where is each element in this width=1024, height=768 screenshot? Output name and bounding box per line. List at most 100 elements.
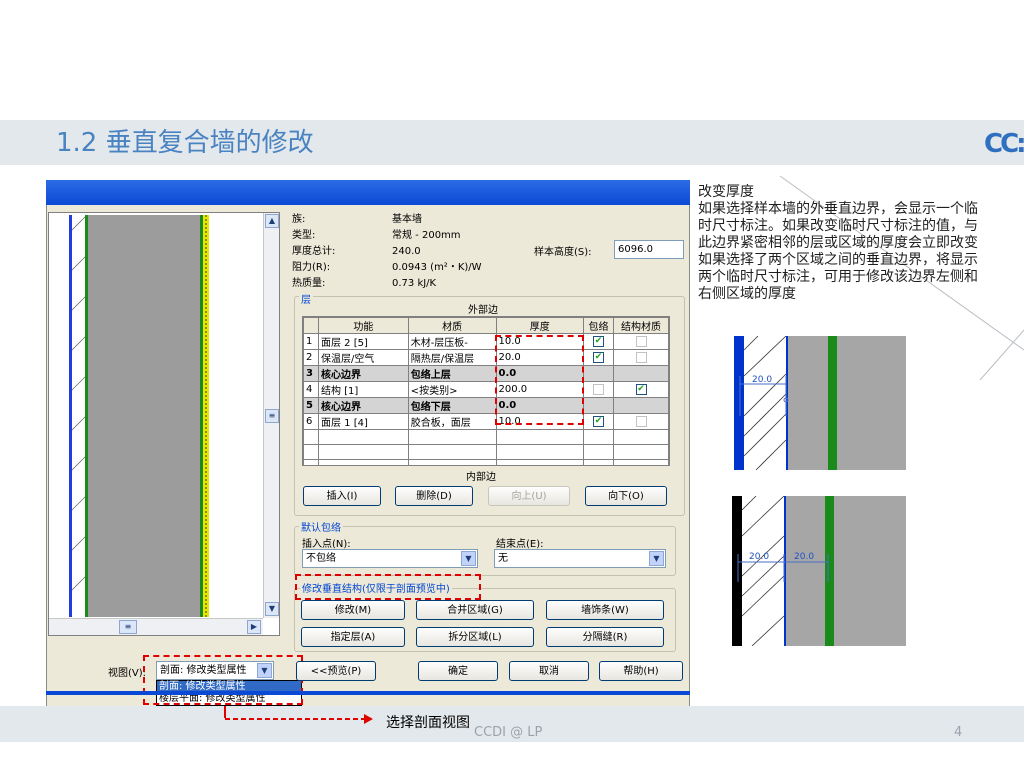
preview-vertical-scrollbar[interactable]: ▲ ≡ ▼ xyxy=(263,213,279,618)
layers-table-container[interactable]: 功能 材质 厚度 包络 结构材质 1 面层 2 [5] 木材-层压板- 10.0 ✔ 2 保… xyxy=(302,316,670,466)
layers-table[interactable]: 功能 材质 厚度 包络 结构材质 1 面层 2 [5] 木材-层压板- 10.0 ✔ 2 保… xyxy=(303,317,669,465)
end-point-label: 结束点(E): xyxy=(496,539,544,550)
merge-regions-button[interactable]: 合并区域(G) xyxy=(416,600,534,620)
table-row[interactable]: 5 核心边界 包络下层 0.0 xyxy=(303,397,669,414)
wrap-cell[interactable] xyxy=(583,397,615,414)
chevron-down-icon[interactable]: ▼ xyxy=(649,551,664,566)
empty-row xyxy=(303,459,669,465)
annotation-arrow-icon xyxy=(225,714,373,724)
structural-cell[interactable] xyxy=(613,349,669,366)
empty-cell xyxy=(407,444,497,460)
row-number-cell[interactable]: 2 xyxy=(303,349,319,366)
row-number-cell[interactable]: 5 xyxy=(303,397,319,414)
material-cell[interactable]: 包络下层 xyxy=(407,397,497,414)
help-button[interactable]: 帮助(H) xyxy=(599,661,683,681)
structural-cell[interactable] xyxy=(613,397,669,414)
column-header[interactable]: 结构材质 xyxy=(613,317,669,334)
wrap-cell[interactable]: ✔ xyxy=(583,413,615,430)
end-point-select[interactable]: 无 ▼ xyxy=(494,549,666,568)
property-row: 族: 基本墙 xyxy=(292,214,422,225)
exterior-side-label: 外部边 xyxy=(468,305,498,316)
insert-point-label: 插入点(N): xyxy=(302,539,351,550)
preview-horizontal-scrollbar[interactable]: ≡ ▶ xyxy=(49,618,263,635)
structural-checkbox[interactable]: ✔ xyxy=(635,383,647,395)
insert-point-select[interactable]: 不包络 ▼ xyxy=(302,549,478,568)
table-row[interactable]: 3 核心边界 包络上层 0.0 xyxy=(303,365,669,382)
structural-checkbox[interactable] xyxy=(635,335,647,347)
wrap-cell[interactable]: ✔ xyxy=(583,333,615,350)
interior-side-label: 内部边 xyxy=(466,472,496,483)
empty-cell xyxy=(407,459,497,465)
function-cell[interactable]: 面层 1 [4] xyxy=(317,413,409,430)
move-down-button[interactable]: 向下(O) xyxy=(585,486,667,506)
row-number-cell[interactable]: 1 xyxy=(303,333,319,350)
scroll-thumb[interactable]: ≡ xyxy=(265,409,279,423)
row-number-cell[interactable]: 6 xyxy=(303,413,319,430)
structural-cell[interactable] xyxy=(613,413,669,430)
reveals-button[interactable]: 分隔缝(R) xyxy=(546,627,664,647)
layers-group-label: 层 xyxy=(299,291,313,306)
material-cell[interactable]: 包络上层 xyxy=(407,365,497,382)
row-number-cell[interactable]: 4 xyxy=(303,381,319,398)
preview-toggle-button[interactable]: <<预览(P) xyxy=(296,661,376,681)
table-row[interactable]: 2 保温层/空气 隔热层/保温层 20.0 ✔ xyxy=(303,349,669,366)
cancel-button[interactable]: 取消 xyxy=(509,661,589,681)
function-cell[interactable]: 结构 [1] xyxy=(317,381,409,398)
wrap-checkbox[interactable]: ✔ xyxy=(593,335,605,347)
assign-layers-button[interactable]: 指定层(A) xyxy=(301,627,405,647)
chevron-down-icon[interactable]: ▼ xyxy=(461,551,476,566)
column-header[interactable]: 包络 xyxy=(583,317,615,334)
empty-cell xyxy=(495,459,585,465)
function-cell[interactable]: 面层 2 [5] xyxy=(317,333,409,350)
instruction-text: 改变厚度 如果选择样本墙的外垂直边界，会显示一个临 时尺寸标注。如果改变临时尺寸… xyxy=(698,184,1024,303)
wrap-cell[interactable] xyxy=(583,365,615,382)
empty-cell xyxy=(495,444,585,460)
table-row[interactable]: 4 结构 [1] <按类别> 200.0 ✔ xyxy=(303,381,669,398)
delete-layer-button[interactable]: 删除(D) xyxy=(395,486,473,506)
function-cell[interactable]: 核心边界 xyxy=(317,397,409,414)
structural-cell[interactable] xyxy=(613,333,669,350)
empty-cell xyxy=(317,459,409,465)
view-label: 视图(V): xyxy=(108,668,147,679)
wrap-checkbox[interactable] xyxy=(593,383,605,395)
structural-checkbox[interactable] xyxy=(635,415,647,427)
wall-preview-pane[interactable]: ▲ ≡ ▼ ≡ ▶ xyxy=(48,212,280,636)
empty-cell xyxy=(583,444,615,460)
split-region-button[interactable]: 拆分区域(L) xyxy=(416,627,534,647)
wrap-checkbox[interactable]: ✔ xyxy=(593,415,605,427)
scroll-right-arrow-icon[interactable]: ▶ xyxy=(247,620,261,634)
wrap-cell[interactable] xyxy=(583,381,615,398)
column-header[interactable]: 功能 xyxy=(317,317,409,334)
material-cell[interactable]: <按类别> xyxy=(407,381,497,398)
empty-cell xyxy=(495,429,585,445)
sample-height-input[interactable]: 6096.0 xyxy=(614,240,684,259)
dialog-titlebar[interactable] xyxy=(46,180,690,205)
insert-layer-button[interactable]: 插入(I) xyxy=(303,486,381,506)
wrap-checkbox[interactable]: ✔ xyxy=(593,351,605,363)
empty-cell xyxy=(303,444,319,460)
wrap-cell[interactable]: ✔ xyxy=(583,349,615,366)
structural-checkbox[interactable] xyxy=(635,351,647,363)
scroll-down-arrow-icon[interactable]: ▼ xyxy=(265,602,279,616)
table-row[interactable]: 6 面层 1 [4] 胶合板，面层 10.0 ✔ xyxy=(303,413,669,430)
instruction-line: 两个临时尺寸标注，可用于修改该边界左侧和 xyxy=(698,269,978,285)
instruction-line: 此边界紧密相邻的层或区域的厚度会立即改变 xyxy=(698,235,978,251)
material-cell[interactable]: 胶合板，面层 xyxy=(407,413,497,430)
scroll-up-arrow-icon[interactable]: ▲ xyxy=(265,214,279,228)
structural-cell[interactable]: ✔ xyxy=(613,381,669,398)
material-cell[interactable]: 木材-层压板- xyxy=(407,333,497,350)
empty-cell xyxy=(583,429,615,445)
ok-button[interactable]: 确定 xyxy=(418,661,498,681)
material-cell[interactable]: 隔热层/保温层 xyxy=(407,349,497,366)
column-header[interactable]: 厚度 xyxy=(495,317,585,334)
modify-button[interactable]: 修改(M) xyxy=(301,600,405,620)
hscroll-thumb[interactable]: ≡ xyxy=(119,620,137,634)
structural-cell[interactable] xyxy=(613,365,669,382)
row-number-cell[interactable]: 3 xyxy=(303,365,319,382)
sweeps-button[interactable]: 墙饰条(W) xyxy=(546,600,664,620)
move-up-button[interactable]: 向上(U) xyxy=(488,486,570,506)
table-row[interactable]: 1 面层 2 [5] 木材-层压板- 10.0 ✔ xyxy=(303,333,669,350)
function-cell[interactable]: 核心边界 xyxy=(317,365,409,382)
column-header[interactable]: 材质 xyxy=(407,317,497,334)
function-cell[interactable]: 保温层/空气 xyxy=(317,349,409,366)
